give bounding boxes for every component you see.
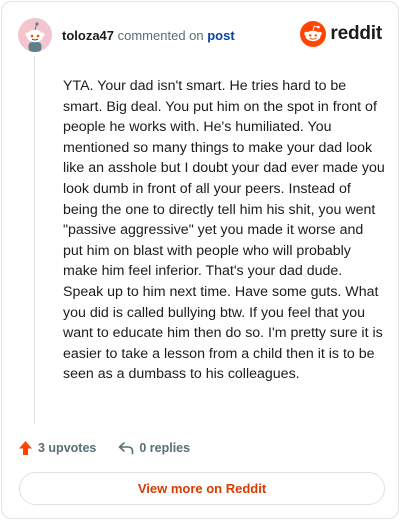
- snoo-avatar-icon: [18, 18, 52, 52]
- comment-embed-card: toloza47 commented on post reddit YTA. Y…: [1, 1, 399, 519]
- comment-body: YTA. Your dad isn't smart. He tries hard…: [63, 78, 385, 383]
- post-link[interactable]: post: [207, 28, 234, 43]
- username-link[interactable]: toloza47: [62, 28, 114, 43]
- reply-count: 0 replies: [139, 441, 191, 455]
- thread-line: [34, 56, 35, 424]
- user-avatar[interactable]: [18, 18, 52, 52]
- reddit-wordmark: reddit: [330, 23, 382, 44]
- comment-header: toloza47 commented on post reddit: [18, 18, 382, 52]
- reddit-snoo-icon: [300, 21, 327, 47]
- reddit-logo[interactable]: reddit: [300, 21, 382, 47]
- reply-arrow-icon: [119, 442, 134, 455]
- upvote-count: 3 upvotes: [38, 441, 97, 455]
- comment-meta: toloza47 commented on post: [62, 28, 235, 43]
- replies-button[interactable]: 0 replies: [118, 441, 190, 455]
- upvote-arrow-icon: [19, 441, 32, 455]
- comment-actions: 3 upvotes 0 replies: [18, 438, 190, 458]
- view-more-button[interactable]: View more on Reddit: [19, 472, 385, 505]
- commented-on-text: commented on: [114, 27, 208, 43]
- upvote-button[interactable]: 3 upvotes: [18, 440, 96, 456]
